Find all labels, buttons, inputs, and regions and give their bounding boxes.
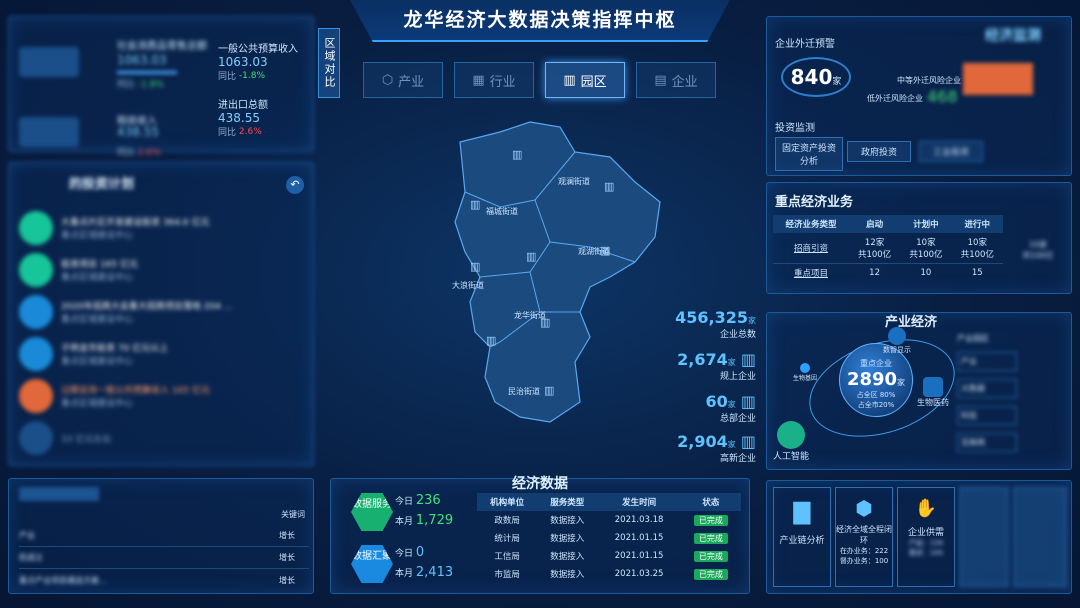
supply-demand-card[interactable]: ✋ 企业供需 产品：134 需求：145 xyxy=(897,487,955,587)
building-icon: ▥ xyxy=(740,392,756,411)
list-item[interactable]: 33 亿元左右 xyxy=(19,417,309,459)
page-title: 龙华经济大数据决策指挥中枢 xyxy=(403,9,677,31)
data-service-hex[interactable]: 数据服务 xyxy=(351,493,393,531)
monitor-panel: 经济监测 企业外迁预警 840家 中等外迁风险企业 低外迁风险企业 468 投资… xyxy=(766,16,1072,176)
map-label-dalang[interactable]: 大浪街道 xyxy=(452,280,484,291)
building-icon: ▥ xyxy=(540,316,551,329)
keyword-header: 关键词 xyxy=(281,510,305,519)
building-icon: ▥ xyxy=(470,198,481,211)
table-row[interactable]: 重点项目 12 10 15 xyxy=(773,264,1003,283)
keywords-panel: 关键词 产业 增长 机成立 增长 重点产业项目遴选方案... 增长 xyxy=(8,478,314,594)
map-label-fucheng[interactable]: 福城街道 xyxy=(486,206,518,217)
econ-title: 经济数据 xyxy=(512,476,568,492)
gov-invest-button[interactable]: 政府投资 xyxy=(847,141,911,162)
map-label-guanlan[interactable]: 观澜街道 xyxy=(558,176,590,187)
closed-loop-card[interactable]: ⬢ 经济全域全程闭环 在办业务：222 督办业务：100 xyxy=(835,487,893,587)
map-stats: 456,325家 企业总数 2,674家 ▥ 规上企业 60家 ▥ 总部企业 2,90… xyxy=(675,308,756,464)
trade-label: 进出口总额 xyxy=(218,100,268,111)
table-row[interactable]: 重点产业项目遴选方案... 增长 xyxy=(19,569,309,591)
blurred-card[interactable] xyxy=(1013,487,1067,587)
key-biz-table: 经济业务类型 启动 计划中 进行中 招商引资 12家 共100亿 10家 共100亿 10家… xyxy=(773,215,1003,282)
hexagon-icon: ⬡ xyxy=(381,72,394,88)
back-icon[interactable]: ↶ xyxy=(286,176,304,194)
header-bar: 龙华经济大数据决策指挥中枢 xyxy=(350,0,730,42)
building-icon: ▥ xyxy=(604,180,615,193)
industry-invest-button[interactable]: 工业投资 xyxy=(919,141,983,162)
building-icon: ▥ xyxy=(486,334,497,347)
key-biz-title: 重点经济业务 xyxy=(775,195,854,210)
tab-park[interactable]: ▥ 园区 xyxy=(545,62,625,98)
tab-enterprise[interactable]: ▤ 企业 xyxy=(636,62,716,98)
building-icon: ▥ xyxy=(526,250,537,263)
item-value: 438.55 xyxy=(117,125,159,139)
tab-industry[interactable]: ⬡ 产业 xyxy=(363,62,443,98)
ai-node[interactable]: 人工智能 xyxy=(773,421,809,462)
office-icon: ▤ xyxy=(654,72,667,88)
budget-label: 一般公共预算收入 xyxy=(218,44,298,55)
building-icon: ▥ xyxy=(740,350,756,369)
plan-list: 大重点片区开发建设投资 364.6 亿元 重点区域建设中心 投资项目 165 亿元… xyxy=(19,207,309,459)
grid-icon: ▦ xyxy=(472,72,485,88)
plan-title: 的投资计划 xyxy=(69,177,135,192)
fixed-asset-button[interactable]: 固定资产投资分析 xyxy=(775,137,843,171)
region-compare-tab[interactable]: 区域对比 xyxy=(318,28,340,98)
industry-panel: 产业经济 重点企业 2890家 占全区 80% 占全市20% 数智显示 生物医药… xyxy=(766,312,1072,470)
list-item[interactable]: 过期支持一般公共预算收入 165 亿元 重点区域建设中心 xyxy=(19,375,309,417)
industry-side-list: 产业园区 产业 大数据 科技 互联网 xyxy=(957,333,1067,452)
building-icon: ▥ xyxy=(544,384,555,397)
building-icon: ▥ xyxy=(470,260,481,273)
trade-value: 438.55 xyxy=(218,111,260,125)
biomed-node[interactable]: 生物医药 xyxy=(917,377,949,408)
monitor-title: 经济监测 xyxy=(985,28,1041,44)
econ-table: 机构单位 服务类型 发生时间 状态 政数局 数据接入 2021.03.18 已完成 统计局数… xyxy=(477,493,741,583)
hand-icon: ✋ xyxy=(914,498,938,519)
table-row[interactable]: 招商引资 12家 共100亿 10家 共100亿 10家 共100亿 xyxy=(773,233,1003,264)
list-item[interactable]: 2020年招商大会重大招商项目落地 204 ... 重点区域建设中心 xyxy=(19,291,309,333)
table-row[interactable]: 统计局 数据接入 2021.01.15 已完成 xyxy=(477,529,741,547)
table-row[interactable]: 工信局 数据接入 2021.01.15 已完成 xyxy=(477,547,741,565)
table-row[interactable]: 产业 增长 xyxy=(19,525,309,547)
key-business-panel: 重点经济业务 经济业务类型 启动 计划中 进行中 招商引资 12家 共100亿 10家 共… xyxy=(766,182,1072,294)
building-icon: ▥ xyxy=(512,148,523,161)
gene-node[interactable]: 生物基因 xyxy=(793,363,817,382)
hexagon-icon: ⬢ xyxy=(855,496,873,520)
list-item[interactable]: 大重点片区开发建设投资 364.6 亿元 重点区域建设中心 xyxy=(19,207,309,249)
list-item[interactable]: 投资项目 165 亿元 重点区域建设中心 xyxy=(19,249,309,291)
map-label-minzhi[interactable]: 民治街道 xyxy=(508,386,540,397)
count-ring: 840家 xyxy=(781,57,851,97)
bar-chart-icon: ▇ xyxy=(793,500,811,525)
tab-sector[interactable]: ▦ 行业 xyxy=(454,62,534,98)
budget-value: 1063.03 xyxy=(218,55,268,69)
data-collect-hex[interactable]: 数据汇聚 xyxy=(351,545,393,583)
building-icon: ▥ xyxy=(740,432,756,451)
table-row[interactable]: 机成立 增长 xyxy=(19,547,309,569)
investment-plan-panel: 的投资计划 大重点片区开发建设投资 364.6 亿元 重点区域建设中心 投资项目 … xyxy=(8,162,314,466)
warn-title: 企业外迁预警 xyxy=(775,39,835,50)
blurred-card[interactable] xyxy=(959,487,1009,587)
chain-card[interactable]: ▇ 产业链分析 xyxy=(773,487,831,587)
table-row[interactable]: 市监局 数据接入 2021.03.25 已完成 xyxy=(477,565,741,583)
display-node[interactable]: 数智显示 xyxy=(883,327,911,355)
building-icon: ▥ xyxy=(563,72,576,88)
left-top-sharp: 一般公共预算收入 1063.03 同比 -1.8% 进出口总额 438.55 同… xyxy=(218,40,314,150)
list-item[interactable]: 子例龙华投资 70 亿元以上 重点区域建设中心 xyxy=(19,333,309,375)
item-label: 社会消费品零售总额 xyxy=(117,41,207,52)
bottom-right-panel: ▇ 产业链分析 ⬢ 经济全域全程闭环 在办业务：222 督办业务：100 ✋ 企… xyxy=(766,480,1072,594)
table-row[interactable]: 政数局 数据接入 2021.03.18 已完成 xyxy=(477,511,741,529)
item-value: 1063.03 xyxy=(117,53,167,67)
econ-data-panel: 经济数据 数据服务 今日 236 本月 1,729 数据汇聚 今日 0 本月 2… xyxy=(330,476,750,594)
building-icon: ▥ xyxy=(600,244,611,257)
